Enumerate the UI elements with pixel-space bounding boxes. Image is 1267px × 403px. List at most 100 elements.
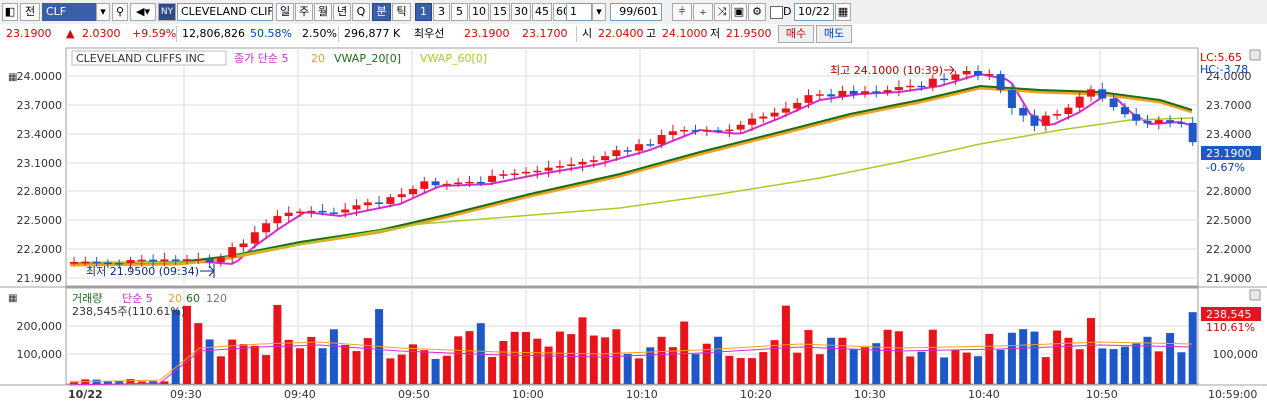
candle (838, 90, 847, 97)
interval-input[interactable]: 1 (566, 3, 592, 21)
candle (849, 90, 858, 95)
mode-button[interactable]: 전 (20, 3, 40, 21)
volume-bar (668, 347, 677, 384)
volume-value-label: 238,545주(110.61%) (72, 305, 185, 318)
candle (1177, 122, 1186, 125)
volume-bar (894, 331, 903, 384)
candle (759, 116, 768, 119)
price-change-pct: +9.59% (132, 27, 177, 40)
date-checkbox[interactable] (770, 6, 783, 19)
x-tick: 09:40 (284, 388, 316, 401)
add-indicator-icon[interactable]: ⧾ (693, 3, 713, 21)
buy-button[interactable]: 매수 (778, 25, 814, 43)
candle (894, 87, 903, 91)
candle (296, 211, 304, 214)
symbol-dropdown-icon[interactable]: ▾ (96, 3, 110, 21)
candle (352, 205, 361, 210)
candle (476, 181, 485, 184)
gear-icon[interactable]: ⚙ (748, 3, 766, 21)
volume-bar (996, 349, 1005, 384)
date-input[interactable]: 10/22 (794, 3, 834, 21)
volume-bar (239, 344, 248, 384)
candle-type-icon[interactable]: ⫩ (672, 3, 692, 21)
volume-bar (770, 340, 779, 384)
x-tick: 10:30 (854, 388, 886, 401)
layout-icon[interactable]: ◧ (2, 3, 18, 21)
volume-bar (1075, 349, 1084, 384)
volume-tick: 100,000 (17, 348, 63, 361)
volume-bar (838, 337, 847, 384)
candle (815, 94, 824, 96)
period-week-button[interactable]: 주 (295, 3, 313, 21)
volume-bar (928, 329, 937, 384)
candle (409, 188, 417, 195)
trend-line-icon[interactable]: ⤨ (714, 3, 730, 21)
interval-15-button[interactable]: 15 (490, 3, 510, 21)
interval-3-button[interactable]: 3 (433, 3, 450, 21)
period-q-button[interactable]: Q (352, 3, 370, 21)
candle (1098, 89, 1107, 99)
volume-bar (397, 354, 406, 384)
candle (1109, 98, 1118, 108)
candle (691, 130, 700, 132)
volume-panel-menu-icon[interactable] (1249, 289, 1261, 301)
volume-bar (906, 356, 915, 384)
sound-icon[interactable]: ◀▾ (130, 3, 156, 21)
candle (250, 232, 259, 244)
volume-bar (499, 340, 508, 384)
volume-bar (567, 334, 576, 384)
y-tick-right: 22.8000 (1206, 185, 1252, 198)
candle (1132, 114, 1141, 121)
volume-bar (680, 321, 689, 384)
candle (1120, 107, 1129, 115)
period-tick-button[interactable]: 틱 (392, 3, 411, 21)
interval-1-button[interactable]: 1 (415, 3, 432, 21)
interval-dropdown-icon[interactable]: ▾ (592, 3, 606, 21)
price-chart[interactable]: ▦ ▦ 24.0000 23.7000 23.4000 23.1000 22.8… (0, 44, 1267, 403)
candle (183, 259, 191, 262)
candle (420, 181, 429, 189)
volume-panel-icon[interactable]: ▦ (8, 293, 17, 304)
volume-bar (341, 344, 350, 384)
candle (318, 210, 327, 213)
period-min-button[interactable]: 분 (372, 3, 391, 21)
candle (770, 112, 779, 117)
volume-bar (589, 335, 598, 384)
candle (1188, 122, 1197, 143)
period-month-button[interactable]: 월 (314, 3, 332, 21)
sell-button[interactable]: 매도 (816, 25, 852, 43)
candle (397, 194, 406, 198)
search-icon[interactable]: ⚲ (112, 3, 128, 21)
candle (533, 170, 542, 173)
y-tick: 24.0000 (17, 70, 63, 83)
x-date-label: 10/22 (68, 388, 103, 401)
candle (431, 181, 440, 186)
interval-45-button[interactable]: 45 (532, 3, 552, 21)
volume-bar (917, 351, 926, 384)
interval-5-button[interactable]: 5 (451, 3, 468, 21)
volume-bar (951, 349, 960, 384)
volume-bar (1154, 351, 1163, 384)
candle (578, 161, 587, 165)
interval-30-button[interactable]: 30 (511, 3, 531, 21)
volume-bar (1109, 349, 1118, 384)
interval-10-button[interactable]: 10 (469, 3, 489, 21)
volume-ratio: 50.58% (250, 27, 292, 40)
volume-bar (1030, 331, 1039, 384)
volume-value: 12,806,826 (182, 27, 245, 40)
volume-bar (793, 352, 802, 384)
volume-bar (555, 331, 564, 384)
volume-bar (1120, 346, 1129, 384)
volume-bar (849, 348, 858, 384)
volume-bar (522, 332, 530, 384)
y-tick: 23.1000 (17, 157, 63, 170)
calendar-icon[interactable]: ▦ (835, 3, 851, 21)
period-day-button[interactable]: 일 (276, 3, 294, 21)
period-year-button[interactable]: 년 (333, 3, 351, 21)
volume-bar (250, 345, 259, 384)
legend-vwap20: VWAP_20[0] (334, 52, 401, 65)
save-icon[interactable]: ▣ (731, 3, 747, 21)
volume-bar (352, 351, 361, 384)
candle (906, 85, 915, 88)
price-panel-menu-icon[interactable] (1249, 49, 1261, 61)
